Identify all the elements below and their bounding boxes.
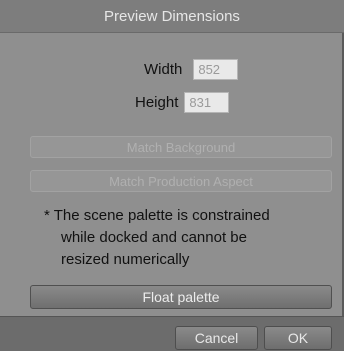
note-line: while docked and cannot be: [61, 229, 247, 246]
float-palette-button[interactable]: Float palette: [30, 285, 332, 309]
note-line: * The scene palette is constrained: [44, 207, 270, 224]
ok-button[interactable]: OK: [264, 326, 332, 350]
match-background-button[interactable]: Match Background: [30, 136, 332, 158]
cancel-button[interactable]: Cancel: [175, 326, 258, 350]
height-row: Height: [135, 92, 230, 113]
width-row: Width: [144, 59, 239, 80]
height-label: Height: [135, 94, 179, 111]
docked-note: * The scene palette is constrained while…: [44, 205, 314, 271]
width-field[interactable]: [193, 59, 239, 80]
width-label: Width: [144, 61, 183, 78]
dialog-title: Preview Dimensions: [0, 0, 344, 33]
match-production-aspect-button[interactable]: Match Production Aspect: [30, 170, 332, 192]
height-field[interactable]: [184, 92, 230, 113]
preview-dimensions-dialog: Preview Dimensions Width Height Match Ba…: [0, 0, 344, 351]
note-line: resized numerically: [61, 251, 190, 268]
